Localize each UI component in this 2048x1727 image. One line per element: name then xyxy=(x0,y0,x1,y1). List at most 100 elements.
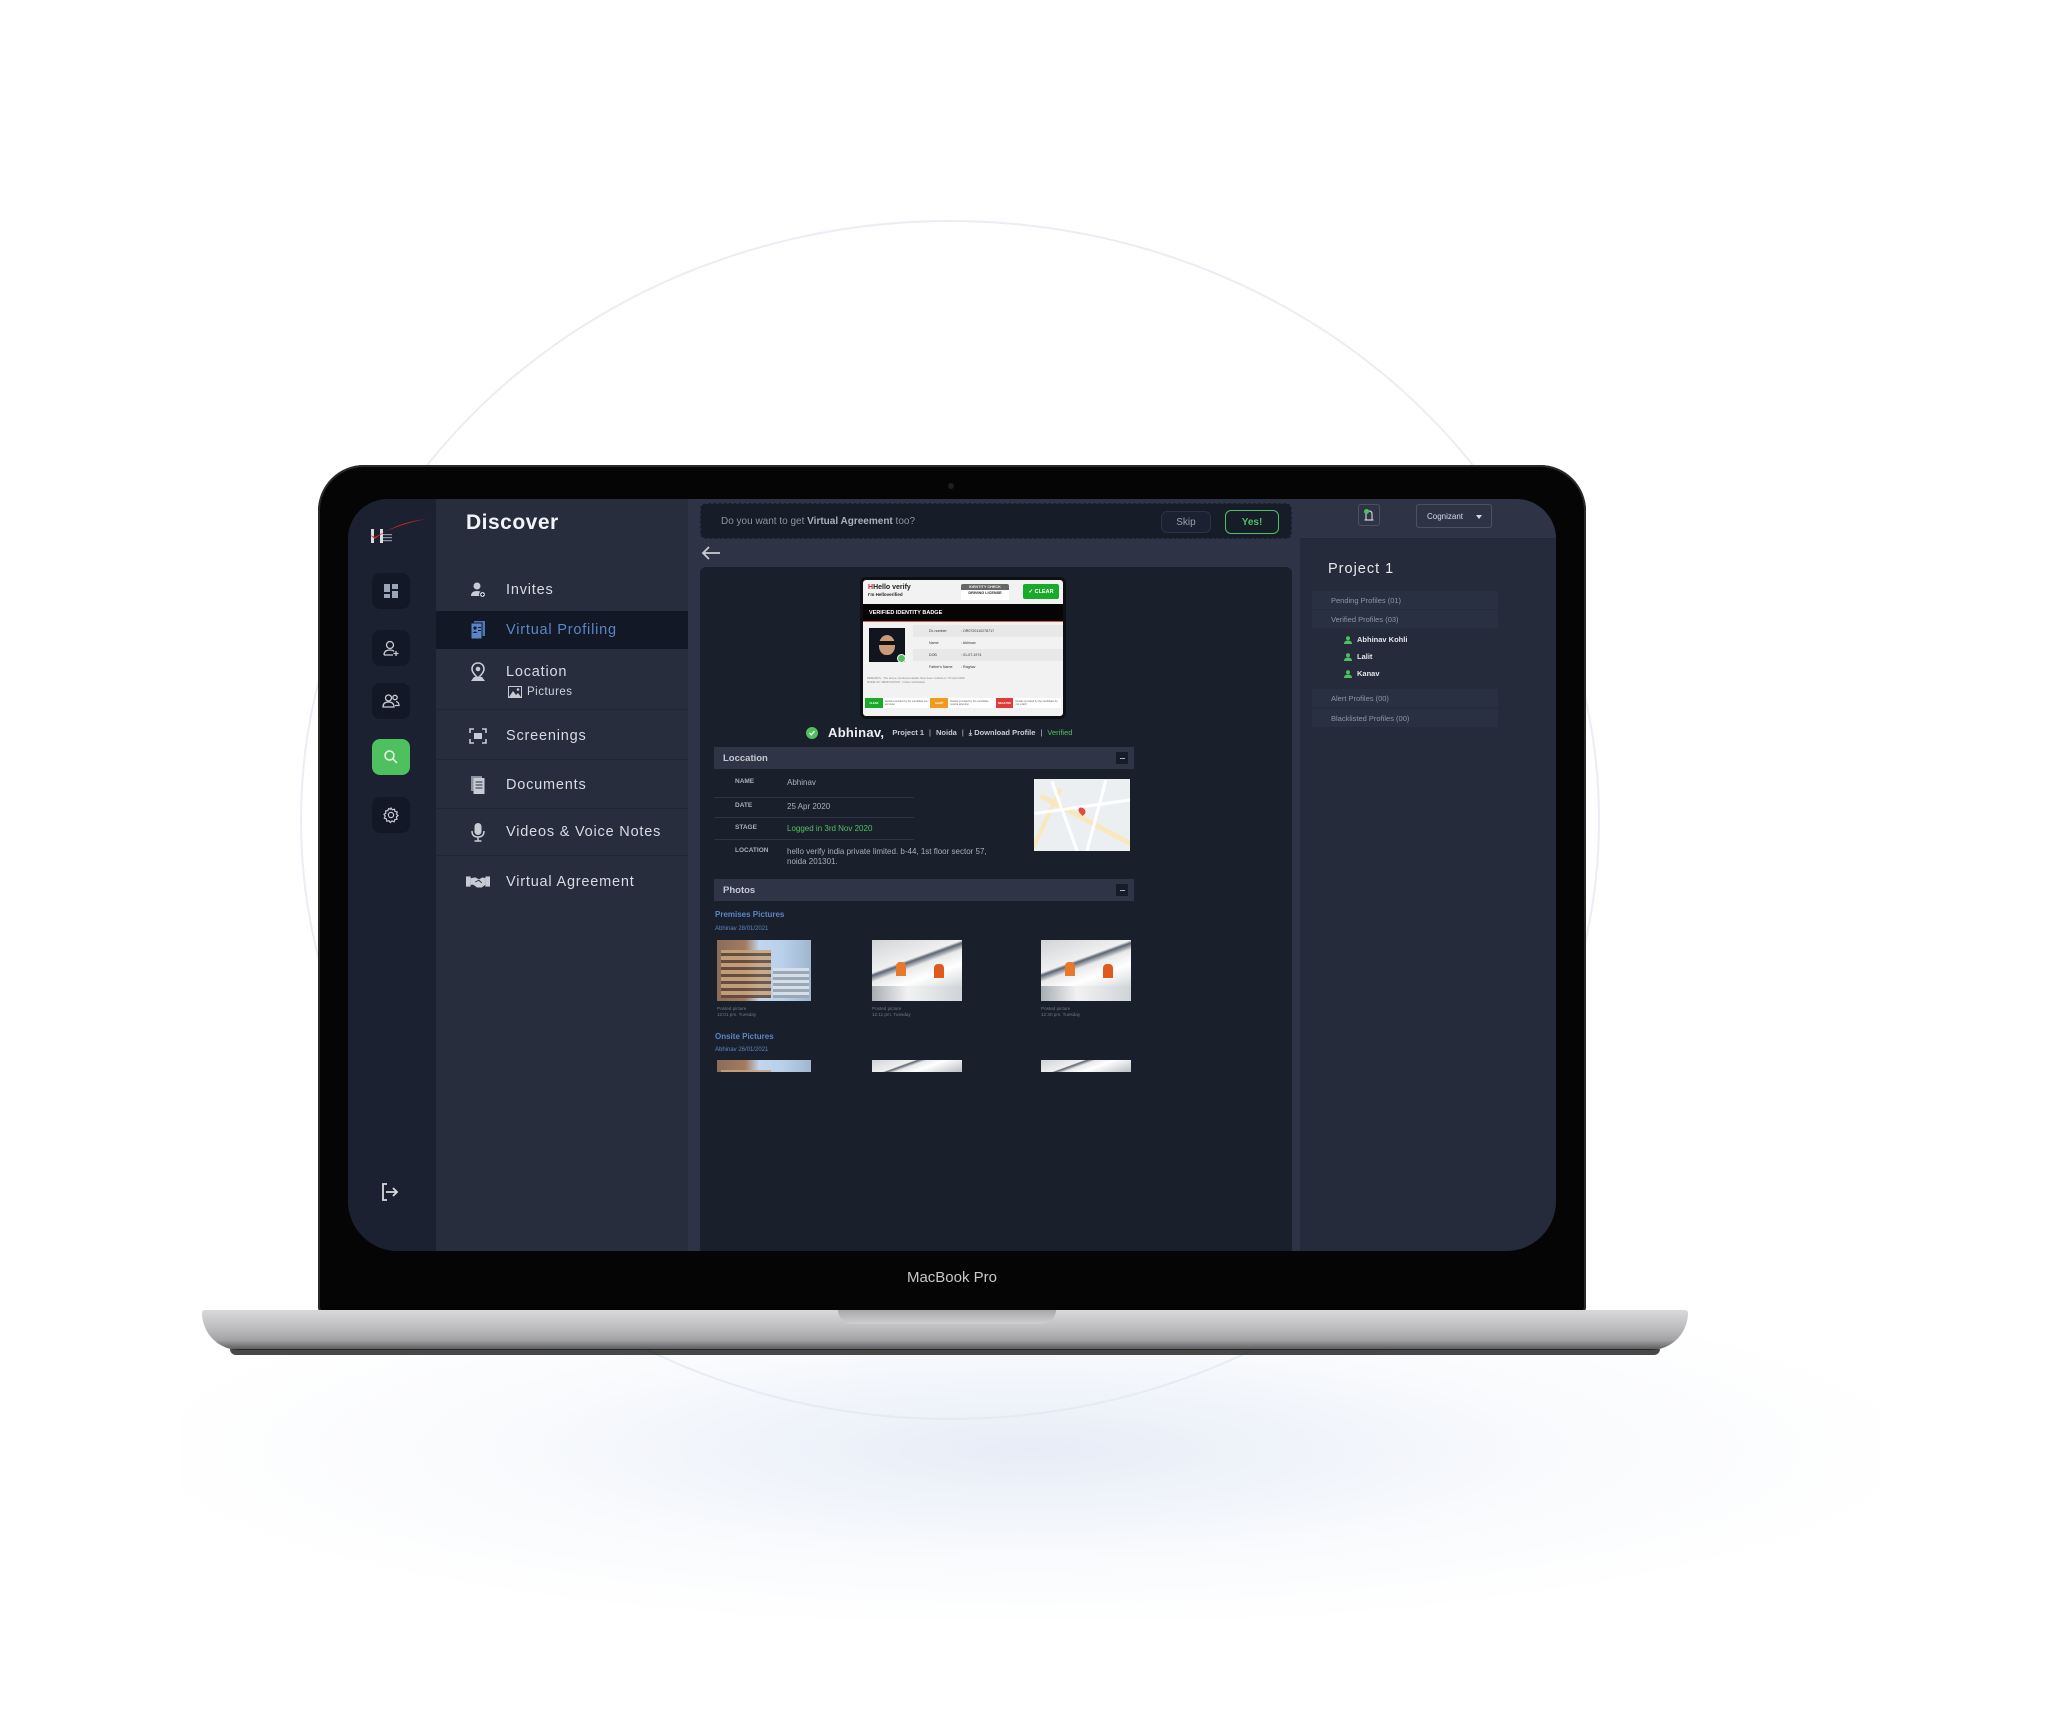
section-title: Discover xyxy=(466,511,559,534)
location-row-address: LOCATION hello verify india private limit… xyxy=(735,847,987,866)
verified-person[interactable]: Lalit xyxy=(1344,652,1372,661)
photo-thumbnail[interactable] xyxy=(1041,940,1131,1001)
search-icon xyxy=(384,750,398,764)
badge-check-type: IDENTITY CHECK DRIVING LICENSE xyxy=(961,584,1009,600)
verified-person[interactable]: Abhinav Kohli xyxy=(1344,635,1407,644)
location-row-stage: STAGE Logged in 3rd Nov 2020 xyxy=(714,818,914,840)
nav-item-label: Screenings xyxy=(506,728,587,744)
dashboard-icon xyxy=(384,584,398,598)
nav-subitem-pictures[interactable]: Pictures xyxy=(508,684,573,700)
nav-item-virtual-agreement[interactable]: Virtual Agreement xyxy=(436,865,688,899)
badge-remarks: REMARKS - The above mentioned details ha… xyxy=(867,676,966,684)
nav-divider xyxy=(436,759,688,760)
badge-status: ✓ CLEAR xyxy=(1023,584,1059,599)
nav-item-invites[interactable]: Invites xyxy=(436,573,688,607)
photo-group-title: Premises Pictures xyxy=(715,910,785,919)
verified-person[interactable]: Kanav xyxy=(1344,669,1380,678)
nav-item-documents[interactable]: Documents xyxy=(436,768,688,802)
notification-button[interactable] xyxy=(1358,504,1380,526)
user-icon xyxy=(1344,652,1352,661)
microphone-icon xyxy=(466,821,490,843)
gear-icon xyxy=(383,806,399,824)
laptop-base-shadow xyxy=(230,1349,1660,1355)
photo-group-date: Abhinav 26/01/2021 xyxy=(715,1047,769,1053)
identity-badge[interactable]: HHello verify I'm Helloverified IDENTITY … xyxy=(860,577,1066,719)
nav-item-label: Videos & Voice Notes xyxy=(506,824,662,840)
photo-group-date: Abhinav 28/01/2021 xyxy=(715,926,769,932)
nav-item-label: Virtual Profiling xyxy=(506,622,617,638)
upsell-banner: Do you want to get Virtual Agreement too… xyxy=(700,503,1292,539)
organization-select[interactable]: Cognizant xyxy=(1416,504,1492,528)
group-verified-profiles[interactable]: Verified Profiles (03) xyxy=(1312,610,1498,628)
yes-button[interactable]: Yes! xyxy=(1225,510,1279,534)
nav-item-label: Virtual Agreement xyxy=(506,874,635,890)
group-pending-profiles[interactable]: Pending Profiles (01) xyxy=(1312,591,1498,609)
group-blacklisted-profiles[interactable]: Blacklisted Profiles (00) xyxy=(1312,709,1498,727)
profile-status: Verified xyxy=(1047,728,1073,737)
photo-thumbnail[interactable] xyxy=(1041,1060,1131,1072)
photo-caption: Posted picture 12:01 pm. Tuesday xyxy=(717,1006,757,1017)
rail-settings-button[interactable] xyxy=(372,797,410,833)
collapse-location-button[interactable] xyxy=(1116,752,1128,764)
minus-icon xyxy=(1119,757,1125,759)
profile-card-icon xyxy=(466,619,490,641)
nav-item-videos-voice-notes[interactable]: Videos & Voice Notes xyxy=(436,815,688,849)
collapse-photos-button[interactable] xyxy=(1116,884,1128,896)
photo-thumbnail[interactable] xyxy=(717,1060,811,1072)
laptop-lid: Discover Invites Virtual Profiling Locat… xyxy=(318,465,1586,1313)
camera xyxy=(948,483,954,489)
profile-summary: Abhinav, Project 1 | Noida | ⤓ Download … xyxy=(806,725,1072,740)
user-icon xyxy=(1344,669,1352,678)
back-arrow-icon[interactable] xyxy=(700,543,722,563)
photo-thumbnail[interactable] xyxy=(717,940,811,1001)
location-map[interactable] xyxy=(1034,779,1130,851)
nav-divider xyxy=(436,709,688,710)
photo-thumbnail[interactable] xyxy=(872,940,962,1001)
laptop-base xyxy=(202,1310,1688,1350)
badge-title-bar: VERIFIED IDENTITY BADGE xyxy=(863,604,1063,622)
invite-user-icon xyxy=(466,579,490,601)
user-icon xyxy=(1344,635,1352,644)
badge-fields: DL number: OR0720110278717 Name: Abhinav… xyxy=(913,625,1063,673)
photo-caption: Posted picture 12:30 pm. Tuesday xyxy=(1041,1006,1081,1017)
scan-icon xyxy=(466,725,490,747)
main-content: Do you want to get Virtual Agreement too… xyxy=(688,499,1300,1251)
image-icon xyxy=(508,686,522,698)
download-profile-link[interactable]: ⤓ Download Profile xyxy=(969,728,1036,738)
skip-button[interactable]: Skip xyxy=(1161,511,1211,533)
photo-thumbnail[interactable] xyxy=(872,1060,962,1072)
rail-add-user-button[interactable] xyxy=(372,630,410,666)
group-alert-profiles[interactable]: Alert Profiles (00) xyxy=(1312,689,1498,707)
rail-search-button[interactable] xyxy=(372,739,410,775)
device-label: MacBook Pro xyxy=(906,1269,998,1286)
chevron-down-icon xyxy=(1476,515,1482,519)
photo-caption: Posted picture 12:11 pm. Tuesday xyxy=(872,1006,911,1017)
badge-brand: HHello verify I'm Helloverified xyxy=(868,584,911,597)
nav-item-screenings[interactable]: Screenings xyxy=(436,719,688,753)
verified-check-icon xyxy=(806,726,818,739)
nav-subitem-label: Pictures xyxy=(527,686,573,698)
profile-name: Abhinav, xyxy=(828,725,885,740)
profile-city: Noida xyxy=(935,728,957,737)
rail-users-button[interactable] xyxy=(372,683,410,719)
app-screen: Discover Invites Virtual Profiling Locat… xyxy=(348,499,1556,1251)
verified-check-icon xyxy=(897,654,906,663)
top-bar: Cognizant xyxy=(1300,499,1556,539)
location-section-header: Loccation xyxy=(714,747,1134,769)
minus-icon xyxy=(1119,889,1125,891)
right-panel: Cognizant Project 1 Pending Profiles (01… xyxy=(1300,499,1556,1251)
nav-item-label: Invites xyxy=(506,582,554,598)
location-pin-icon xyxy=(466,661,490,683)
logout-icon[interactable] xyxy=(376,1179,402,1205)
nav-divider xyxy=(436,855,688,856)
profile-project: Project 1 xyxy=(892,728,925,737)
nav-item-label: Location xyxy=(506,664,568,680)
location-row-name: NAME Abhinav xyxy=(714,778,914,798)
banner-text: Do you want to get Virtual Agreement too… xyxy=(721,515,916,527)
badge-photo xyxy=(869,628,906,663)
nav-item-virtual-profiling[interactable]: Virtual Profiling xyxy=(436,611,688,649)
photos-section-header: Photos xyxy=(714,879,1134,901)
hello-verify-logo xyxy=(370,519,426,543)
rail-dashboard-button[interactable] xyxy=(372,573,410,609)
project-title: Project 1 xyxy=(1328,561,1395,577)
